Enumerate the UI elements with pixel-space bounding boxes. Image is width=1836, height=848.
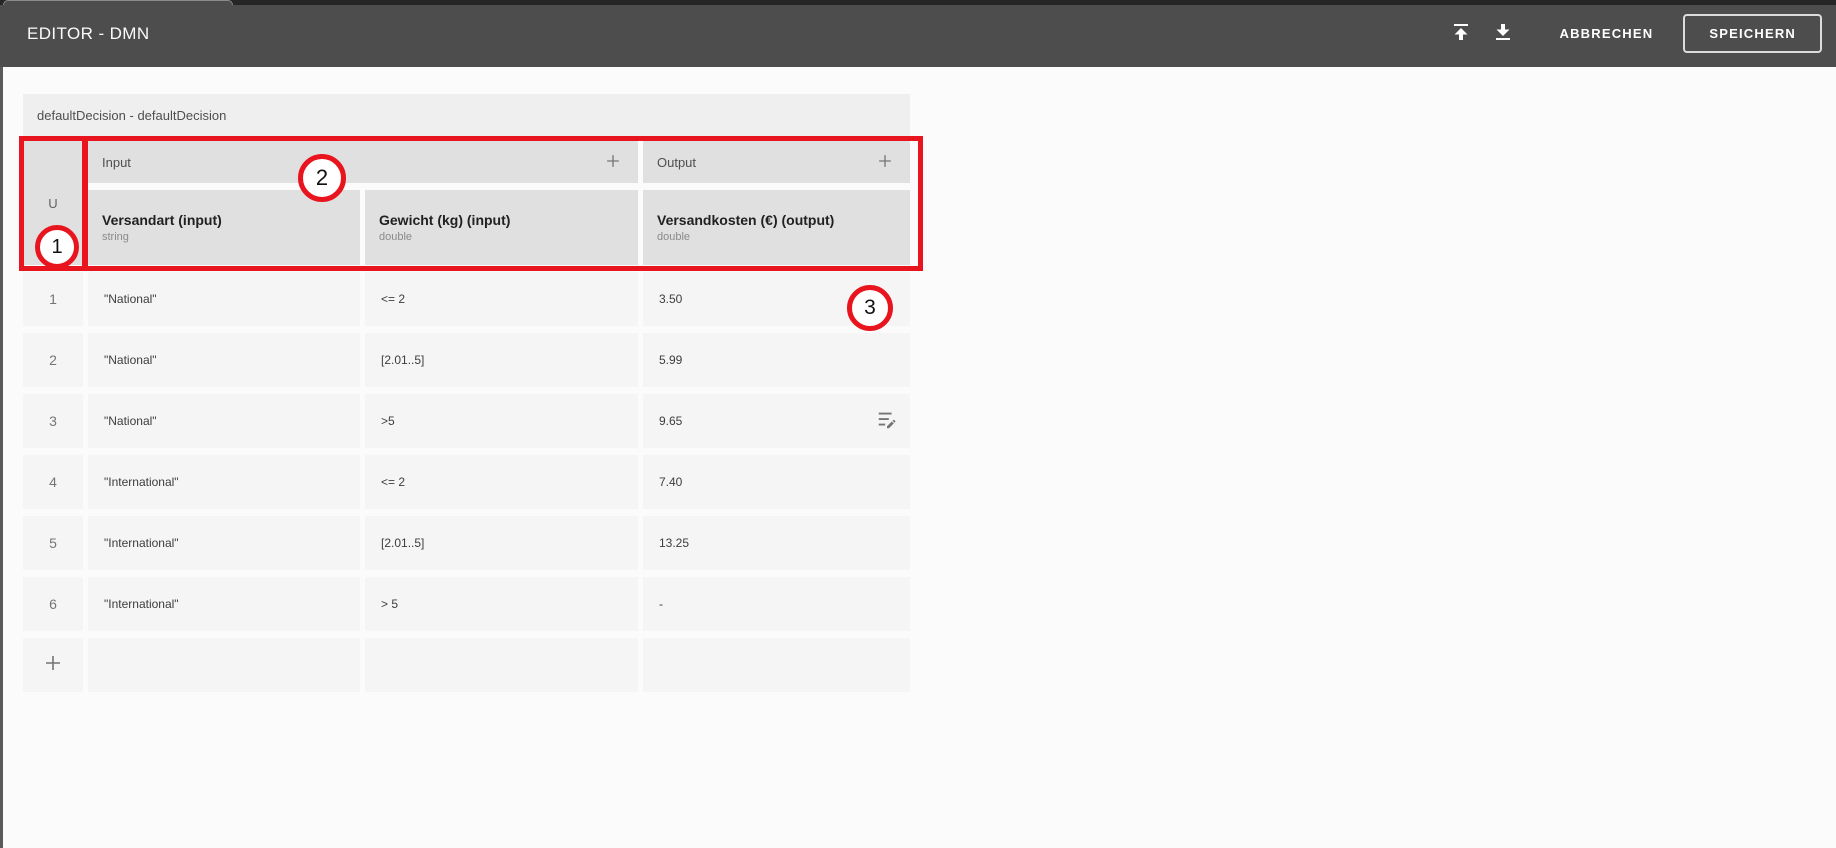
decision-table-title: defaultDecision - defaultDecision <box>23 94 910 136</box>
editor-topbar: EDITOR - DMN ABBRECHEN SPEICHERN <box>0 0 1836 67</box>
table-cell[interactable]: "National" <box>88 333 360 387</box>
table-cell[interactable]: - <box>643 577 910 631</box>
add-input-column-button[interactable] <box>602 151 624 173</box>
topbar-actions: ABBRECHEN SPEICHERN <box>1449 0 1822 67</box>
input-group-label: Input <box>102 154 131 170</box>
column-type: double <box>657 231 691 243</box>
add-row-empty-cell <box>365 638 638 692</box>
add-output-column-button[interactable] <box>874 151 896 173</box>
table-cell[interactable]: [2.01..5] <box>365 516 638 570</box>
upload-button[interactable] <box>1449 22 1473 46</box>
row-number[interactable]: 4 <box>23 455 83 509</box>
column-type: double <box>379 231 413 243</box>
download-button[interactable] <box>1491 22 1515 46</box>
plus-icon <box>41 651 65 680</box>
column-header-versandart[interactable]: Versandart (input) string <box>88 190 360 265</box>
table-cell[interactable]: 5.99 <box>643 333 910 387</box>
row-number[interactable]: 2 <box>23 333 83 387</box>
column-header-gewicht[interactable]: Gewicht (kg) (input) double <box>365 190 638 265</box>
table-cell[interactable]: "National" <box>88 272 360 326</box>
hit-policy-cell[interactable]: U <box>23 141 83 265</box>
column-name: Versandart (input) <box>102 212 222 228</box>
add-row-empty-cell <box>643 638 910 692</box>
row-number[interactable]: 5 <box>23 516 83 570</box>
window-left-border <box>0 0 3 848</box>
plus-icon <box>603 151 623 174</box>
table-cell[interactable]: "International" <box>88 577 360 631</box>
download-icon <box>1491 20 1515 47</box>
plus-icon <box>875 151 895 174</box>
table-cell[interactable]: <= 2 <box>365 455 638 509</box>
add-row-button[interactable] <box>23 638 83 692</box>
column-type: string <box>102 231 129 243</box>
input-group-header: Input <box>88 141 638 183</box>
table-cell[interactable]: > 5 <box>365 577 638 631</box>
row-number[interactable]: 1 <box>23 272 83 326</box>
edit-cell-button[interactable] <box>876 410 898 432</box>
save-button[interactable]: SPEICHERN <box>1683 14 1822 53</box>
table-cell[interactable]: 3.50 <box>643 272 910 326</box>
table-cell[interactable]: [2.01..5] <box>365 333 638 387</box>
column-name: Gewicht (kg) (input) <box>379 212 511 228</box>
upload-icon <box>1449 20 1473 47</box>
row-number[interactable]: 3 <box>23 394 83 448</box>
table-cell[interactable]: >5 <box>365 394 638 448</box>
output-group-header: Output <box>643 141 910 183</box>
cancel-button[interactable]: ABBRECHEN <box>1559 26 1653 41</box>
row-number[interactable]: 6 <box>23 577 83 631</box>
edit-note-icon <box>876 409 898 434</box>
table-cell[interactable]: 9.65 <box>643 394 910 448</box>
decision-table-title-label: defaultDecision - defaultDecision <box>37 107 227 123</box>
table-cell[interactable]: 13.25 <box>643 516 910 570</box>
table-cell[interactable]: "National" <box>88 394 360 448</box>
table-cell[interactable]: "International" <box>88 455 360 509</box>
page-title: EDITOR - DMN <box>27 23 150 43</box>
add-row-empty-cell <box>88 638 360 692</box>
decision-table: U Input Output Versandart (input) string… <box>23 141 910 692</box>
table-cell[interactable]: <= 2 <box>365 272 638 326</box>
column-header-versandkosten[interactable]: Versandkosten (€) (output) double <box>643 190 910 265</box>
table-cell[interactable]: "International" <box>88 516 360 570</box>
output-group-label: Output <box>657 154 697 170</box>
column-name: Versandkosten (€) (output) <box>657 212 835 228</box>
table-cell[interactable]: 7.40 <box>643 455 910 509</box>
